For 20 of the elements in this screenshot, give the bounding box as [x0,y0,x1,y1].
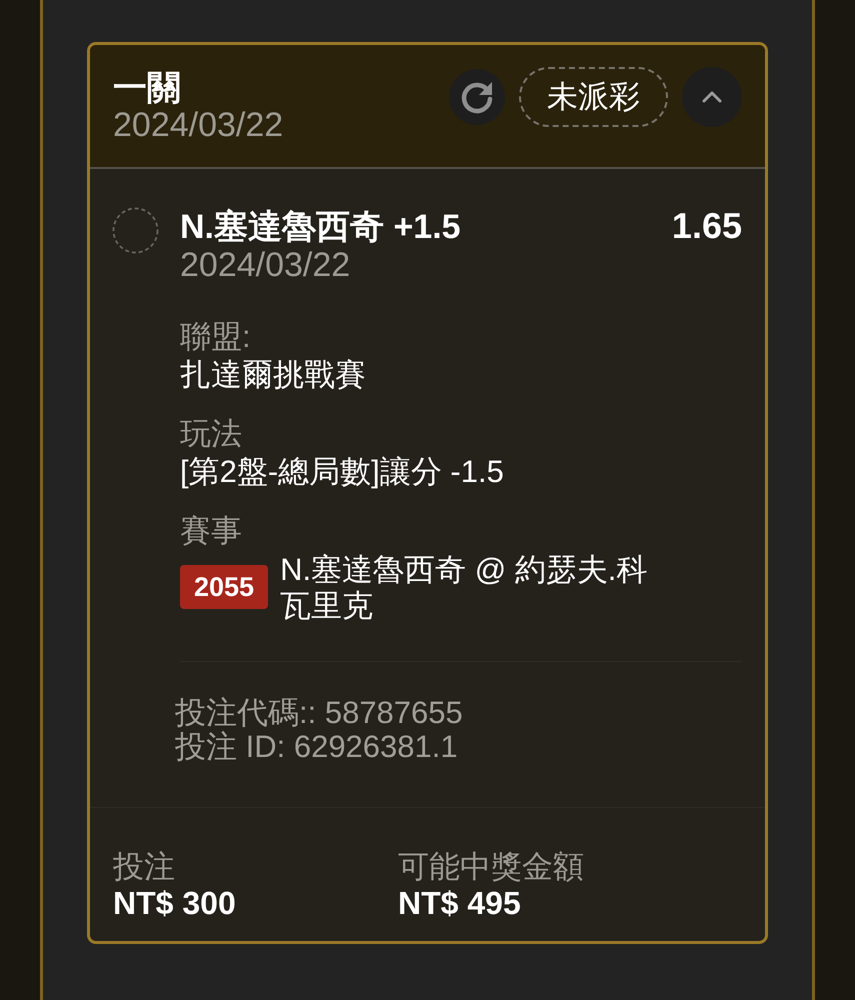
status-pill: 未派彩 [519,67,668,127]
odds-value: 1.65 [672,207,742,245]
detail-value: [第2盤-總局數]讓分 -1.5 [180,453,505,491]
detail-label: 賽事 [180,512,243,550]
event-teams: N.塞達魯西奇 @ 約瑟夫.科瓦里克 [280,552,648,624]
summary-label: 可能中獎金額 [398,849,585,885]
summary-label: 投注 [113,849,176,885]
selection-name: N.塞達魯西奇 +1.5 [180,208,461,246]
summary-amount: NT$ 300 [113,885,237,921]
event-number-badge: 2055 [180,565,268,609]
detail-label: 聯盟: [180,318,252,356]
bet-reference: 投注 ID: 62926381.1 [175,730,459,764]
detail-label: 玩法 [180,415,243,453]
selection-date: 2024/03/22 [180,246,352,284]
pending-circle-icon [112,207,159,254]
detail-value: 扎達爾挑戰賽 [180,356,367,394]
bet-date: 2024/03/22 [113,107,284,144]
bet-reference: 投注代碼:: 58787655 [175,696,464,730]
summary-amount: NT$ 495 [398,885,522,921]
bet-type-title: 一關 [113,69,182,107]
